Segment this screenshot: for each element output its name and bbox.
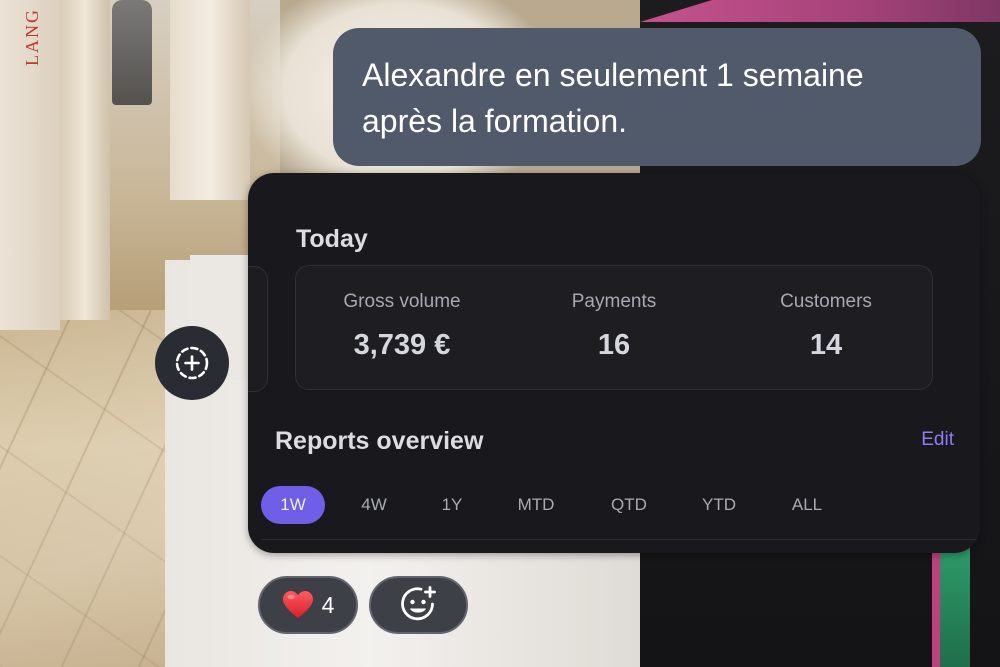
stat-label: Customers: [780, 291, 872, 312]
stat-payments: Payments 16: [508, 266, 720, 389]
period-1w[interactable]: 1W: [261, 486, 325, 524]
left-wall: LANG: [0, 0, 60, 330]
pillar-2: [170, 0, 250, 200]
stats-panel: Gross volume 3,739 € Payments 16 Custome…: [295, 265, 933, 390]
stat-value: 14: [809, 329, 843, 361]
today-title: Today: [296, 225, 368, 253]
stat-value: 16: [597, 329, 631, 361]
add-reaction-button[interactable]: [369, 576, 468, 634]
heart-reaction-button[interactable]: 4: [258, 576, 358, 634]
message-line-2: après la formation.: [362, 103, 628, 139]
stat-customers: Customers 14: [720, 266, 932, 389]
heart-icon: [282, 591, 313, 618]
pillar: [60, 0, 110, 320]
period-ytd[interactable]: YTD: [687, 486, 751, 524]
period-all[interactable]: ALL: [775, 486, 839, 524]
stat-gross-volume: Gross volume 3,739 €: [296, 266, 508, 389]
message-bubble[interactable]: Alexandre en seulement 1 semaine après l…: [333, 28, 981, 166]
period-qtd[interactable]: QTD: [597, 486, 661, 524]
walking-person: [112, 0, 152, 105]
divider: [261, 539, 980, 540]
previous-stats-box: [248, 266, 268, 392]
period-4w[interactable]: 4W: [342, 486, 406, 524]
add-emoji-icon: [400, 586, 436, 621]
dashboard-image-card[interactable]: Today Gross volume 3,739 € Payments 16 C…: [248, 173, 980, 553]
period-1y[interactable]: 1Y: [420, 486, 484, 524]
message-line-1: Alexandre en seulement 1 semaine: [362, 57, 864, 93]
period-selector: 1W 4W 1Y MTD QTD YTD ALL: [261, 485, 839, 525]
green-stripe: [940, 540, 970, 667]
dashed-circle-plus-icon: [175, 346, 209, 380]
stat-label: Payments: [571, 291, 657, 312]
reports-overview-title: Reports overview: [275, 427, 484, 455]
period-mtd[interactable]: MTD: [504, 486, 568, 524]
stat-label: Gross volume: [343, 291, 461, 312]
pink-stripe: [640, 0, 1000, 22]
stat-value: 3,739 €: [353, 329, 451, 361]
store-sign: LANG: [22, 8, 42, 66]
heart-count: 4: [321, 591, 335, 618]
edit-link[interactable]: Edit: [921, 429, 954, 451]
add-media-button[interactable]: [155, 326, 229, 400]
